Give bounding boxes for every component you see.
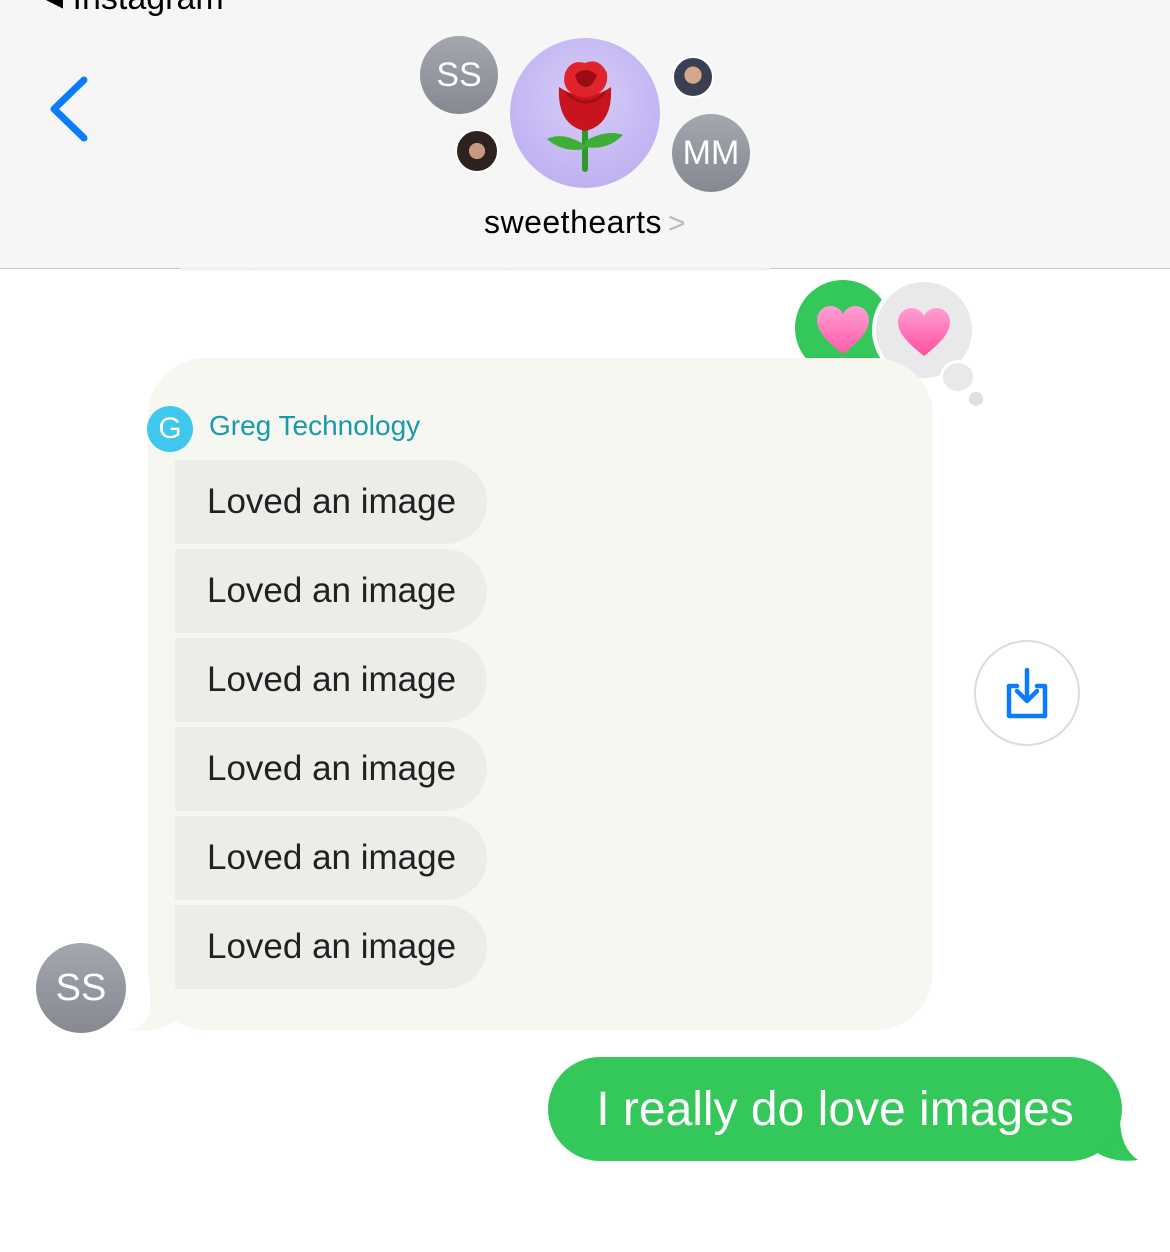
group-avatar[interactable] — [510, 38, 660, 188]
sender-avatar-ss[interactable]: SS — [36, 943, 126, 1033]
rose-icon — [547, 61, 623, 172]
reaction-tail-dot — [969, 392, 983, 406]
header-shadow — [180, 268, 770, 272]
save-to-device-icon — [1006, 667, 1048, 719]
participant-avatar-ss[interactable]: SS — [420, 36, 498, 114]
heart-icon — [898, 308, 950, 356]
list-item[interactable]: Loved an image — [175, 549, 487, 633]
participant-photo-avatar[interactable] — [455, 129, 499, 173]
avatar-initials: SS — [55, 966, 107, 1009]
conversation-header: ◂ Instagram SS MM sweethearts> — [0, 0, 1170, 269]
list-item[interactable]: Loved an image — [175, 816, 487, 900]
avatar-initials: SS — [436, 55, 482, 94]
group-name-button[interactable]: sweethearts > — [0, 204, 1170, 241]
participant-photo-avatar[interactable] — [672, 56, 714, 98]
participant-avatar-mm[interactable]: MM — [672, 114, 750, 192]
group-name-label: sweethearts — [483, 204, 662, 240]
list-item[interactable]: Loved an image — [175, 460, 487, 544]
sender-logo-letter: G — [158, 412, 182, 445]
list-item[interactable]: Loved an image — [175, 727, 487, 811]
sender-logo: G — [147, 406, 193, 452]
back-to-app-label[interactable]: ◂ Instagram — [46, 0, 224, 18]
save-button[interactable] — [974, 640, 1080, 746]
list-item[interactable]: Loved an image — [175, 905, 487, 989]
back-chevron-icon[interactable] — [44, 74, 94, 144]
avatar-initials: MM — [682, 133, 740, 172]
chevron-right-icon: > — [668, 207, 687, 240]
heart-icon — [817, 306, 869, 354]
sender-name: Greg Technology — [209, 410, 421, 441]
sent-message-bubble[interactable]: I really do love images — [548, 1057, 1122, 1161]
list-item[interactable]: Loved an image — [175, 638, 487, 722]
reaction-tail-dot — [940, 360, 976, 394]
